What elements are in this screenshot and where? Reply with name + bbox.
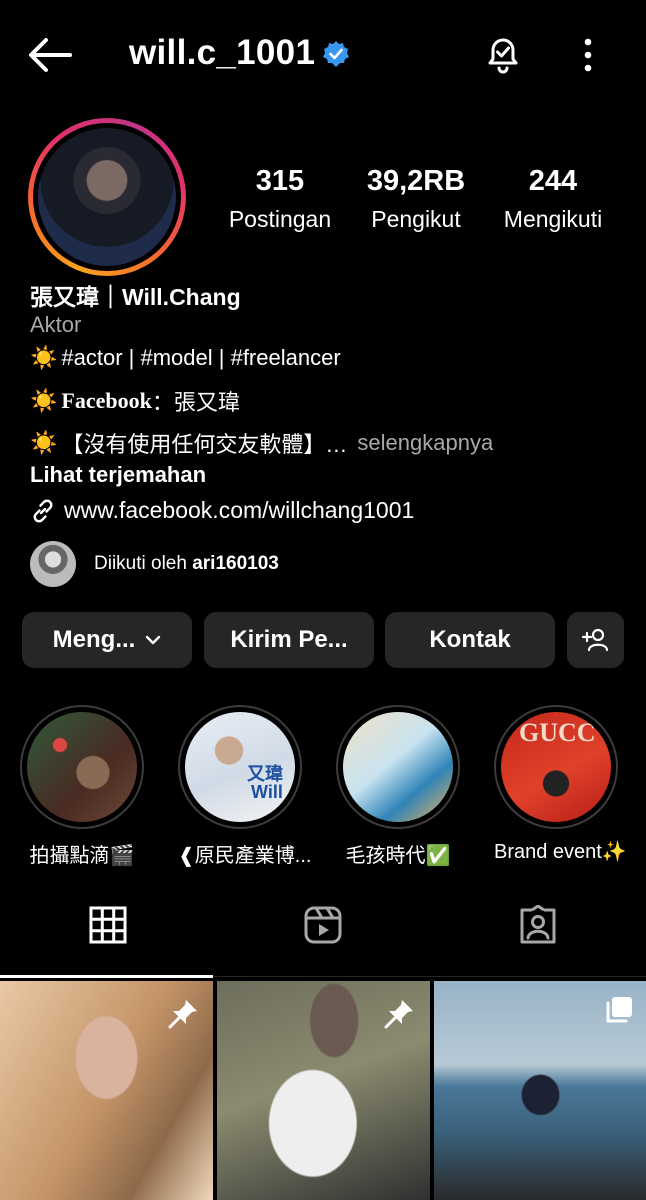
story-highlight[interactable]: 拍攝點滴🎬: [20, 705, 144, 868]
post-thumbnail[interactable]: [217, 981, 430, 1200]
highlight-cover-text: Will: [251, 782, 283, 802]
profile-username: will.c_1001: [129, 33, 316, 72]
highlight-cover: GUCC: [501, 712, 611, 822]
followers-value: 39,2RB: [366, 165, 466, 197]
chevron-down-icon: [146, 635, 161, 645]
highlight-ring: [336, 705, 460, 829]
message-button[interactable]: Kirim Pe...: [204, 612, 374, 668]
following-count[interactable]: 244 Mengikuti: [494, 165, 612, 233]
post-thumbnail[interactable]: [434, 981, 646, 1200]
suggested-users-button[interactable]: [567, 612, 624, 668]
tab-posts-grid[interactable]: [0, 905, 215, 975]
mutual-followers[interactable]: Diikuti oleh ari160103: [30, 541, 279, 587]
notification-bell-icon[interactable]: [482, 32, 524, 76]
highlight-label: 拍攝點滴🎬: [29, 845, 135, 867]
tab-divider: [213, 976, 646, 977]
highlight-ring: [20, 705, 144, 829]
highlight-label: ❰原民產業博...: [178, 845, 312, 867]
website-url: www.facebook.com/willchang1001: [64, 497, 415, 523]
followed-by-prefix: Diikuti oleh: [94, 553, 187, 574]
bio-facebook-name: ：張又瑋: [151, 390, 240, 415]
pinned-icon: [384, 1000, 413, 1029]
profile-category: Aktor: [30, 312, 82, 337]
posts-count[interactable]: 315 Postingan: [220, 165, 340, 233]
profile-avatar[interactable]: [28, 118, 186, 276]
link-icon: [33, 499, 53, 522]
grid-icon: [89, 906, 126, 944]
story-highlight[interactable]: 又瑋 Will ❰原民產業博...: [178, 705, 312, 868]
posts-value: 315: [255, 165, 305, 197]
carousel-icon: [606, 997, 632, 1023]
back-arrow-icon[interactable]: [26, 34, 72, 76]
bio-line: ☀️ #actor | #model | #freelancer: [30, 345, 341, 371]
see-translation-link[interactable]: Lihat terjemahan: [30, 462, 206, 488]
sun-icon: ☀️: [30, 430, 58, 455]
bio-line: ☀️ Facebook ：張又瑋: [30, 385, 240, 417]
verified-badge-icon: [323, 41, 349, 67]
highlight-cover-text: GUCC: [519, 718, 596, 747]
following-value: 244: [528, 165, 578, 197]
bio-text-truncated: 【沒有使用任何交友軟體】…: [61, 432, 348, 457]
active-tab-indicator: [0, 975, 213, 978]
posts-label: Postingan: [228, 206, 332, 232]
sun-icon: ☀️: [30, 388, 58, 413]
bio-line: ☀️ 【沒有使用任何交友軟體】… selengkapnya: [30, 427, 493, 459]
story-highlight[interactable]: GUCC Brand event✨: [494, 705, 627, 864]
following-dropdown-button[interactable]: Meng...: [22, 612, 192, 668]
highlight-label: 毛孩時代✅: [345, 845, 451, 867]
highlight-cover: [343, 712, 453, 822]
pinned-icon: [168, 1000, 197, 1029]
followers-count[interactable]: 39,2RB Pengikut: [360, 165, 472, 233]
tagged-person-icon: [520, 905, 555, 944]
tab-reels[interactable]: [215, 905, 430, 975]
mutual-follower-avatar: [30, 541, 76, 587]
post-thumbnail[interactable]: [0, 981, 213, 1200]
following-label: Mengikuti: [503, 206, 603, 232]
website-link[interactable]: www.facebook.com/willchang1001: [30, 497, 414, 524]
avatar-photo: [38, 128, 176, 266]
highlight-ring: 又瑋 Will: [178, 705, 302, 829]
highlight-cover: [27, 712, 137, 822]
profile-full-name: 張又瑋｜Will.Chang: [30, 284, 241, 310]
bio-facebook-label: Facebook: [61, 388, 152, 413]
followers-label: Pengikut: [371, 206, 461, 232]
contact-button[interactable]: Kontak: [385, 612, 555, 668]
profile-header: will.c_1001: [0, 0, 646, 110]
more-options-icon[interactable]: [574, 36, 602, 74]
followed-by-text: Diikuti oleh ari160103: [94, 553, 279, 575]
highlight-label: Brand event✨: [494, 841, 627, 863]
message-button-label: Kirim Pe...: [230, 626, 348, 653]
see-more-link[interactable]: selengkapnya: [357, 430, 493, 456]
contact-button-label: Kontak: [429, 626, 511, 653]
tab-tagged[interactable]: [430, 905, 645, 975]
reels-icon: [304, 906, 341, 944]
followed-by-user: ari160103: [192, 553, 279, 574]
following-button-label: Meng...: [52, 626, 136, 653]
story-highlight[interactable]: 毛孩時代✅: [336, 705, 460, 868]
highlight-ring: GUCC: [494, 705, 618, 829]
highlight-cover: 又瑋 Will: [185, 712, 295, 822]
sun-icon: ☀️: [30, 345, 58, 370]
bio-hashtags[interactable]: #actor | #model | #freelancer: [61, 345, 340, 371]
add-user-icon: [581, 628, 608, 652]
